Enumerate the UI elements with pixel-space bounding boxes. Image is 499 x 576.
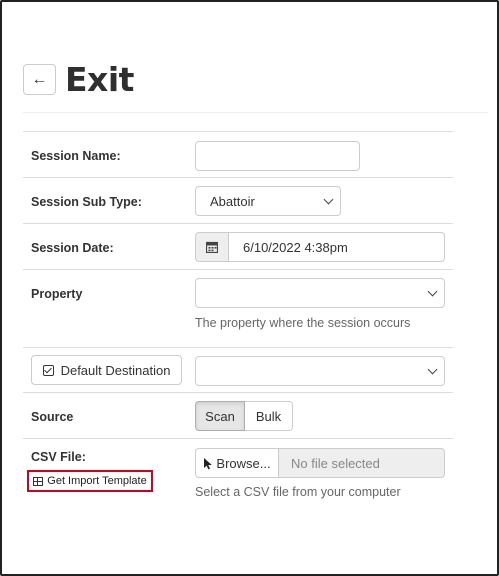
session-date-field[interactable]: 6/10/2022 4:38pm <box>195 232 445 262</box>
source-bulk-button[interactable]: Bulk <box>245 401 293 431</box>
default-destination-label: Default Destination <box>60 362 171 378</box>
csv-file-help-text: Select a CSV file from your computer <box>195 485 401 499</box>
selected-file-name: No file selected <box>279 448 445 478</box>
session-sub-type-select[interactable]: Abattoir <box>195 186 341 216</box>
arrow-left-icon: ← <box>31 70 48 88</box>
browse-button[interactable]: Browse... <box>195 448 279 478</box>
chevron-down-icon <box>427 364 438 375</box>
chevron-down-icon <box>427 286 438 297</box>
header-divider <box>23 112 488 113</box>
property-help-text: The property where the session occurs <box>195 316 411 330</box>
csv-file-label: CSV File: <box>31 450 86 464</box>
row-property: Property The property where the session … <box>23 269 453 347</box>
source-label: Source <box>31 410 74 424</box>
chevron-down-icon <box>323 194 334 205</box>
table-icon <box>33 476 44 486</box>
calendar-icon[interactable] <box>195 232 228 262</box>
default-destination-button[interactable]: Default Destination <box>31 355 182 385</box>
session-date-input[interactable]: 6/10/2022 4:38pm <box>228 232 445 262</box>
row-session-sub-type: Session Sub Type: Abattoir <box>23 177 453 223</box>
get-import-template-label: Get Import Template <box>47 475 147 487</box>
source-scan-button[interactable]: Scan <box>195 401 245 431</box>
session-name-label: Session Name: <box>31 149 121 163</box>
back-button[interactable]: ← <box>23 64 56 95</box>
csv-file-input: Browse... No file selected <box>195 448 445 478</box>
session-sub-type-label: Session Sub Type: <box>31 195 142 209</box>
session-date-label: Session Date: <box>31 241 114 255</box>
source-toggle: Scan Bulk <box>195 401 293 431</box>
page-title: Exit <box>65 60 134 99</box>
row-session-name: Session Name: <box>23 131 453 177</box>
session-name-input[interactable] <box>195 141 360 171</box>
property-label: Property <box>31 287 83 301</box>
checkbox-checked-icon <box>42 364 54 376</box>
get-import-template-link[interactable]: Get Import Template <box>27 470 153 492</box>
browse-label: Browse... <box>216 455 271 471</box>
page-header: ← Exit <box>23 60 134 99</box>
destination-select[interactable] <box>195 356 445 386</box>
cursor-arrow-icon <box>204 457 213 469</box>
property-select[interactable] <box>195 278 445 308</box>
